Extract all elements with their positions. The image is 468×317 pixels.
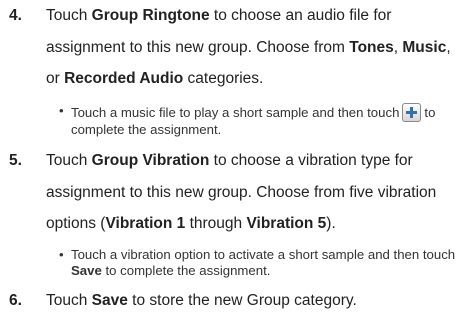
ui-term-vibration-1: Vibration 1	[105, 215, 186, 232]
plus-icon	[402, 103, 422, 122]
text-segment: options (	[46, 215, 106, 232]
step-text: Touch Group Vibration to choose a vibrat…	[46, 145, 464, 240]
text-segment: Touch a vibration option to activate a s…	[71, 247, 456, 262]
step-number: 5.	[9, 152, 22, 169]
text-segment: Touch	[46, 292, 92, 309]
ui-term-save: Save	[91, 292, 128, 309]
text-segment: ).	[326, 215, 336, 232]
text-segment: Touch	[46, 152, 92, 169]
ui-term-group-vibration: Group Vibration	[91, 152, 210, 169]
text-segment: to complete the assignment.	[101, 263, 271, 278]
text-segment: Touch	[46, 7, 92, 24]
ui-term-recorded-audio: Recorded Audio	[64, 70, 184, 87]
bullet-vibration-sample: • Touch a vibration option to activate a…	[59, 247, 462, 279]
text-segment: complete the assignment.	[71, 122, 222, 137]
step-line: options (Vibration 1 through Vibration 5…	[46, 208, 464, 240]
step-line: Touch Group Ringtone to choose an audio …	[46, 0, 464, 32]
text-segment: through	[185, 215, 247, 232]
text-segment: or	[46, 70, 65, 87]
text-segment: to choose a vibration type for	[209, 152, 413, 169]
bullet-text: Touch a vibration option to activate a s…	[71, 247, 462, 279]
step-text: Touch Group Ringtone to choose an audio …	[46, 0, 464, 95]
text-segment: to choose an audio file for	[209, 7, 392, 24]
step-line: Touch Save to store the new Group catego…	[46, 285, 464, 317]
step-line: Touch Group Vibration to choose a vibrat…	[46, 145, 464, 177]
text-segment: categories.	[183, 70, 264, 87]
ui-term-tones: Tones	[349, 38, 394, 56]
step-line: or Recorded Audio categories.	[46, 63, 464, 95]
step-line: assignment to this new group. Choose fro…	[46, 177, 464, 209]
step-line: assignment to this new group. Choose fro…	[46, 32, 464, 64]
text-segment: Touch a music file to play a short sampl…	[71, 105, 400, 120]
text-segment: assignment to this new group. Choose fro…	[46, 183, 437, 201]
text-segment: to store the new Group category.	[127, 292, 357, 309]
step-number: 4.	[9, 7, 22, 24]
step-text: Touch Save to store the new Group catego…	[46, 285, 464, 317]
ui-term-group-ringtone: Group Ringtone	[91, 7, 210, 24]
ui-term-vibration-5: Vibration 5	[246, 215, 327, 232]
text-segment: assignment to this new group. Choose fro…	[46, 38, 350, 56]
bullet-dot: •	[59, 247, 64, 262]
text-segment: to	[424, 105, 436, 120]
ui-term-save: Save	[71, 263, 102, 278]
step-number: 6.	[9, 292, 22, 309]
ui-term-music: Music	[402, 38, 447, 56]
bullet-text: Touch a music file to play a short sampl…	[71, 103, 462, 138]
bullet-dot: •	[59, 103, 64, 118]
text-segment: ,	[446, 38, 451, 56]
bullet-music-sample: • Touch a music file to play a short sam…	[59, 103, 462, 138]
